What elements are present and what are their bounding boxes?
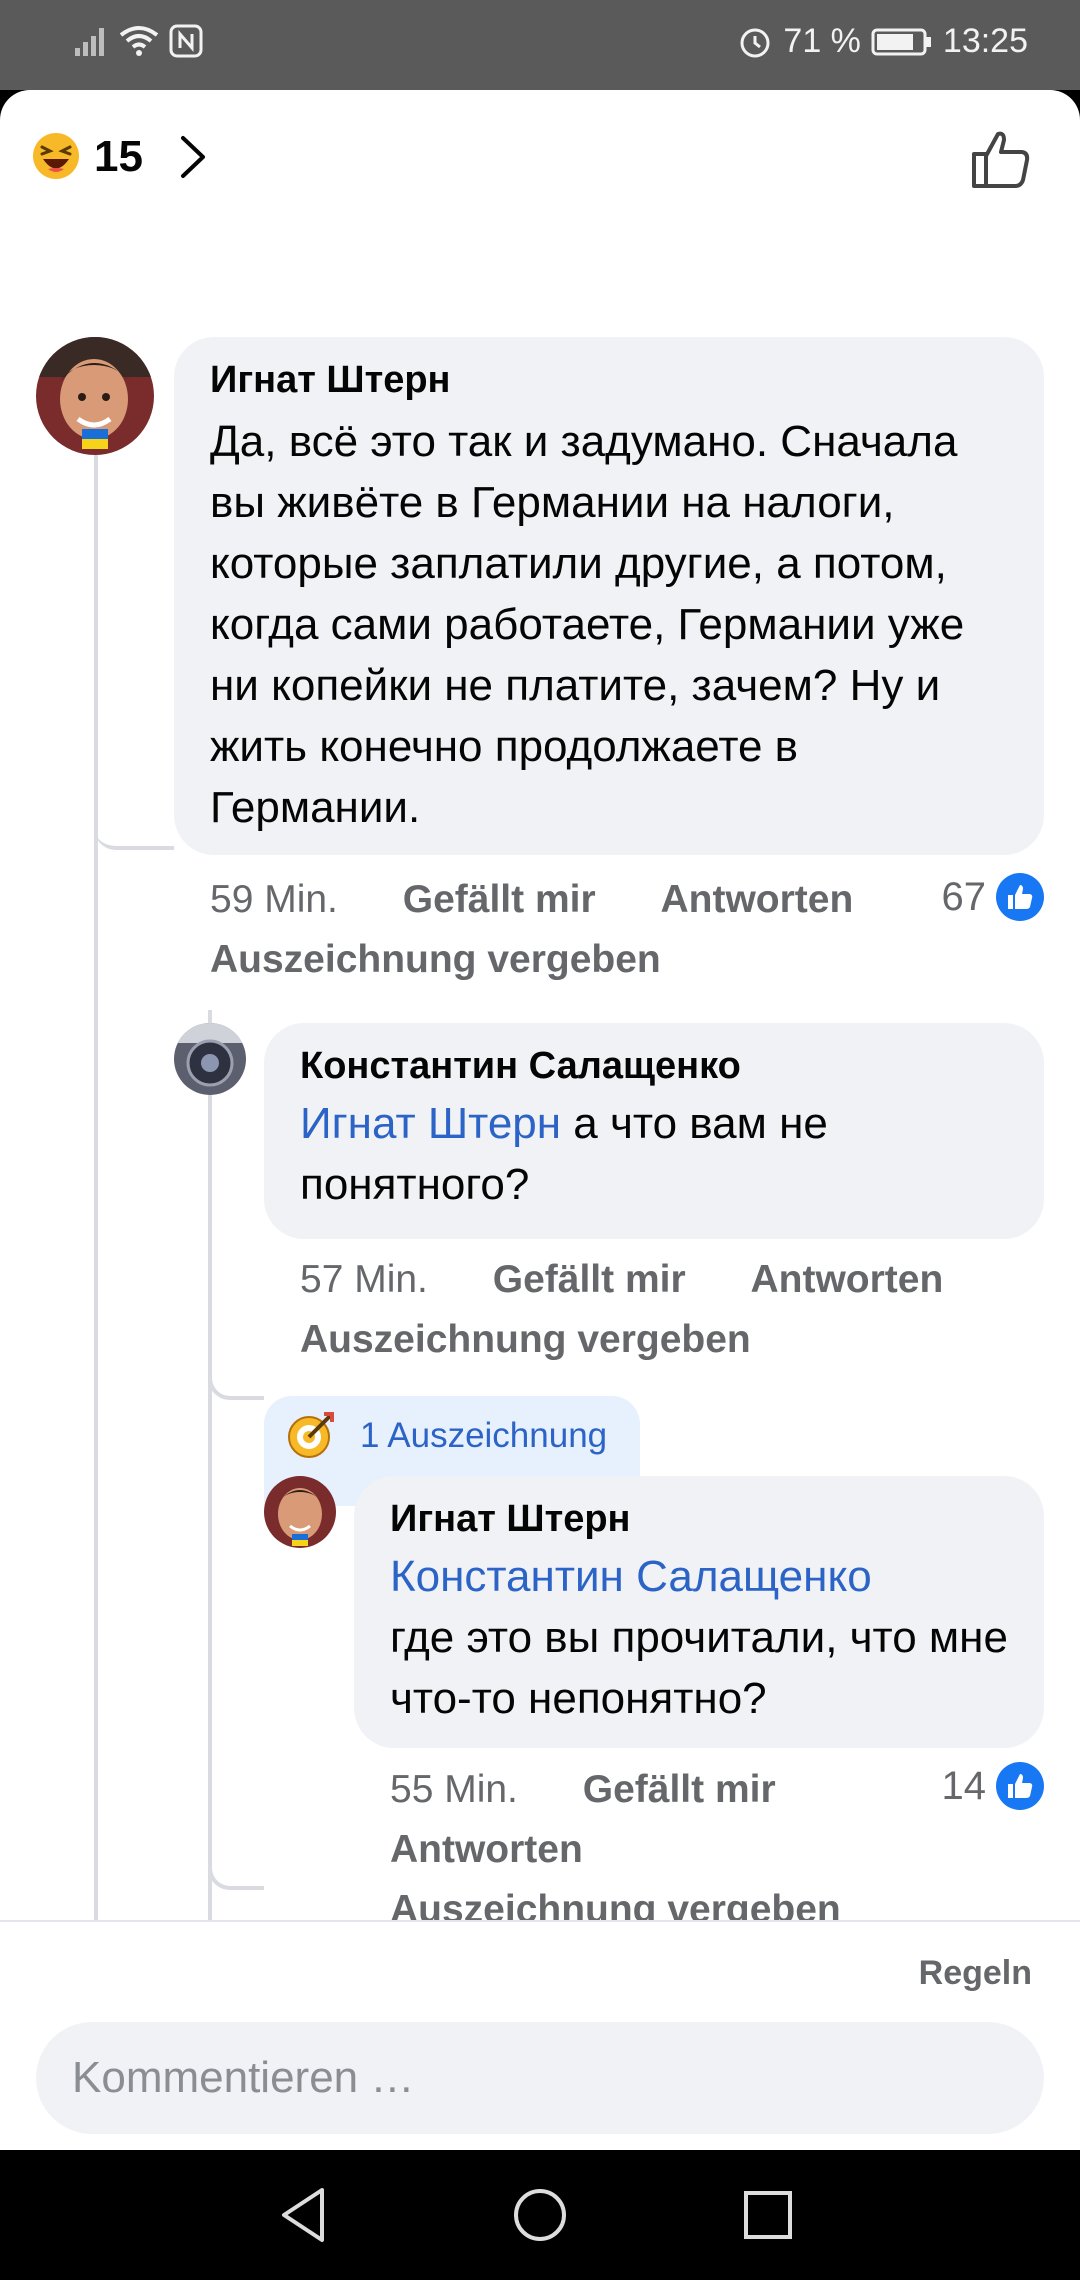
like-count: 14 (941, 1763, 987, 1808)
comment-input[interactable] (36, 2022, 1044, 2134)
comment-actions: 55 Min. Gefällt mir Antworten Auszeichnu… (390, 1760, 870, 1940)
comment-bubble[interactable]: Игнат Штерн Да, всё это так и задумано. … (174, 337, 1044, 855)
status-icons-right: 71 % 13:25 (737, 22, 1028, 61)
like-count: 67 (941, 874, 987, 919)
chevron-right-icon[interactable] (175, 132, 211, 182)
comment-thread: Игнат Штерн Да, всё это так и задумано. … (0, 230, 1080, 2010)
nfc-icon (169, 24, 203, 58)
navigation-bar (0, 2150, 1080, 2280)
comments-sheet: 15 Игнат Штерн Да, всё это так и задуман… (0, 90, 1080, 2150)
wifi-icon (119, 26, 159, 56)
back-icon[interactable] (270, 2180, 340, 2250)
rules-link[interactable]: Regeln (919, 1954, 1032, 1993)
thumbs-up-icon[interactable] (970, 128, 1032, 190)
alarm-icon (740, 28, 770, 57)
clock: 13:25 (942, 22, 1028, 60)
reaction-count[interactable]: 15 (94, 132, 143, 182)
battery-percent: 71 % (783, 22, 861, 60)
avatar[interactable] (36, 337, 154, 455)
status-bar: 71 % 13:25 (0, 0, 1080, 90)
mention-link[interactable]: Игнат Штерн (300, 1099, 561, 1148)
comment-text-body: где это вы прочитали, что мне что-то неп… (390, 1613, 1008, 1723)
comment-author[interactable]: Константин Салащенко (300, 1043, 1008, 1089)
comment-bubble[interactable]: Константин Салащенко Игнат Штерн а что в… (264, 1023, 1044, 1239)
comment-likes[interactable]: 67 (941, 873, 1044, 921)
like-badge-icon (996, 873, 1044, 921)
reactions-header: 15 (0, 90, 1080, 230)
comment-author[interactable]: Игнат Штерн (390, 1496, 1008, 1542)
avatar-photo (264, 1476, 336, 1548)
award-button[interactable]: Auszeichnung vergeben (210, 938, 661, 981)
reply-button[interactable]: Antworten (390, 1828, 583, 1871)
like-button[interactable]: Gefällt mir (493, 1250, 686, 1310)
like-badge-icon (996, 1762, 1044, 1810)
reply-button[interactable]: Antworten (660, 870, 853, 930)
target-award-icon (288, 1412, 334, 1458)
comment-text: Игнат Штерн а что вам не понятного? (300, 1093, 1008, 1215)
comment-text: Константин Салащенко где это вы прочитал… (390, 1546, 1008, 1729)
like-button[interactable]: Gefällt mir (583, 1760, 776, 1820)
comment-time: 57 Min. (300, 1258, 428, 1301)
avatar[interactable] (264, 1476, 336, 1548)
signal-icon (75, 28, 104, 56)
thread-connector (94, 820, 174, 850)
thread-connector (208, 1360, 264, 1400)
comment-composer: Regeln (0, 1920, 1080, 2150)
avatar-photo (36, 337, 154, 455)
comment-actions: 59 Min. Gefällt mir Antworten Auszeichnu… (210, 870, 990, 990)
laughing-emoji-icon[interactable] (32, 132, 80, 180)
comment-time: 55 Min. (390, 1768, 518, 1811)
like-button[interactable]: Gefällt mir (403, 870, 596, 930)
comment-likes[interactable]: 14 (941, 1762, 1044, 1810)
comment-author[interactable]: Игнат Штерн (210, 357, 1008, 403)
avatar[interactable] (174, 1023, 246, 1095)
comment-time: 59 Min. (210, 878, 338, 921)
status-icons-left (75, 24, 203, 58)
award-count: 1 Auszeichnung (360, 1416, 608, 1455)
battery-icon (871, 28, 931, 55)
home-icon[interactable] (505, 2180, 575, 2250)
avatar-photo (174, 1023, 246, 1095)
thread-line (94, 360, 98, 2010)
mention-link[interactable]: Константин Салащенко (390, 1552, 872, 1601)
comment-bubble[interactable]: Игнат Штерн Константин Салащенко где это… (354, 1476, 1044, 1748)
thread-connector (208, 1850, 264, 1890)
recents-icon[interactable] (733, 2180, 803, 2250)
comment-text: Да, всё это так и задумано. Сначала вы ж… (210, 417, 965, 832)
comment-actions: 57 Min. Gefällt mir Antworten Auszeichnu… (300, 1250, 1000, 1370)
award-button[interactable]: Auszeichnung vergeben (300, 1318, 751, 1361)
reply-button[interactable]: Antworten (750, 1250, 943, 1310)
